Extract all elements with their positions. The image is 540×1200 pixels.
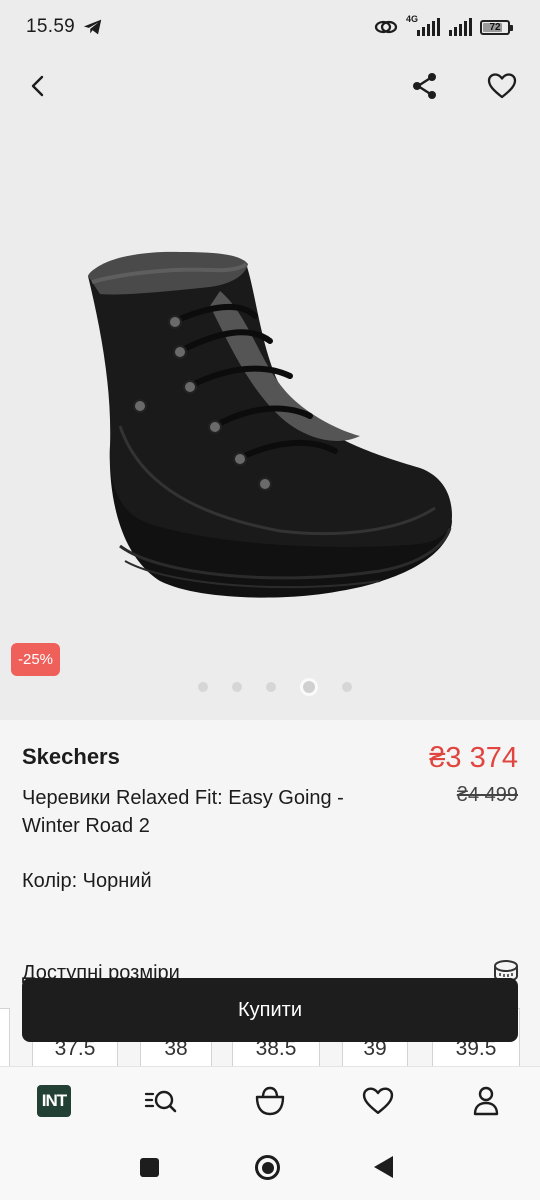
- nav-home[interactable]: INT: [34, 1081, 74, 1121]
- brand-name[interactable]: Skechers: [22, 744, 120, 770]
- telegram-icon: [83, 19, 102, 35]
- bag-icon: [255, 1086, 285, 1116]
- status-bar: 15.59 4G 72: [0, 0, 540, 56]
- logo-icon: INT: [37, 1085, 71, 1117]
- product-color: Колір: Чорний: [22, 870, 152, 892]
- gallery-dot[interactable]: [266, 682, 276, 692]
- hotspot-icon: [374, 20, 398, 34]
- share-button[interactable]: [407, 68, 443, 104]
- gallery-dot-active[interactable]: [300, 678, 318, 696]
- heart-outline-icon: [487, 73, 517, 99]
- favorite-button[interactable]: [484, 68, 520, 104]
- price-current: ₴3 374: [429, 742, 518, 774]
- gallery-dot[interactable]: [232, 682, 242, 692]
- mobile-signal-4g: 4G: [406, 14, 440, 38]
- home-button[interactable]: [255, 1155, 280, 1180]
- system-back-button[interactable]: [374, 1156, 393, 1178]
- back-button[interactable]: [21, 68, 57, 104]
- buy-button[interactable]: Купити: [22, 978, 518, 1042]
- gallery-dot[interactable]: [342, 682, 352, 692]
- price-old: ₴4 499: [456, 784, 518, 806]
- product-gallery[interactable]: -25%: [0, 56, 540, 720]
- size-chip[interactable]: [0, 1008, 10, 1066]
- bottom-navigation: INT: [0, 1066, 540, 1136]
- chevron-left-icon: [31, 75, 44, 97]
- discount-badge: -25%: [11, 643, 61, 676]
- signal-bars-icon: [417, 18, 440, 36]
- product-title: Черевики Relaxed Fit: Easy Going - Winte…: [22, 787, 344, 837]
- status-indicators: 4G 72: [374, 14, 513, 40]
- gallery-pagination: [198, 678, 376, 696]
- nav-cart[interactable]: [250, 1081, 290, 1121]
- status-time: 15.59: [26, 16, 76, 37]
- system-navigation: [0, 1136, 540, 1200]
- nav-favorites[interactable]: [358, 1081, 398, 1121]
- battery-level: 72: [489, 21, 501, 33]
- signal-bars-icon-2: [449, 18, 472, 36]
- battery-indicator: 72: [480, 19, 513, 35]
- product-photo-boot[interactable]: [80, 246, 460, 616]
- search-catalog-icon: [144, 1090, 177, 1113]
- share-icon: [413, 73, 436, 99]
- nav-catalog-search[interactable]: [141, 1081, 181, 1121]
- recents-button[interactable]: [140, 1158, 159, 1177]
- gallery-dot[interactable]: [198, 682, 208, 692]
- heart-icon: [362, 1087, 394, 1115]
- profile-icon: [473, 1086, 499, 1116]
- nav-profile[interactable]: [466, 1081, 506, 1121]
